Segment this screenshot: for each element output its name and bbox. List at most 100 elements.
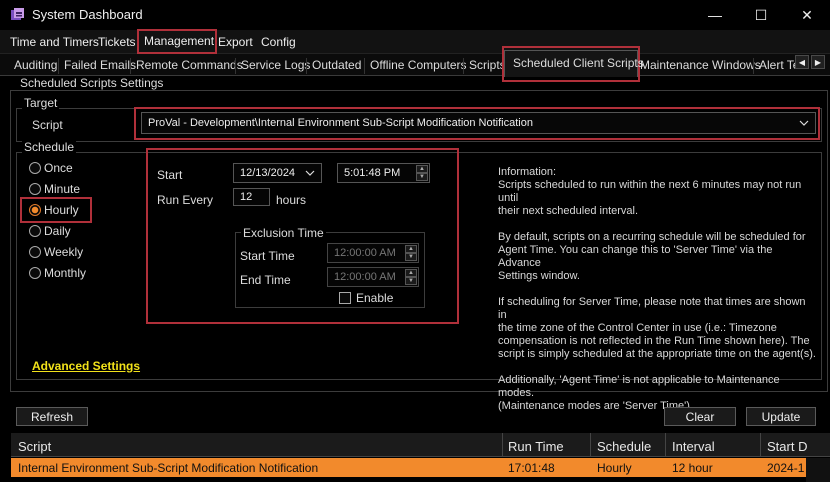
maximize-button[interactable]: ☐: [738, 2, 784, 28]
table-cell-script: Internal Environment Sub-Script Modifica…: [18, 461, 319, 475]
tab-failed-emails[interactable]: Failed Emails: [64, 58, 136, 72]
column-header-script[interactable]: Script: [18, 439, 51, 454]
exclusion-end-value: 12:00:00 AM: [334, 271, 396, 283]
info-line: the time zone of the Control Center in u…: [498, 322, 777, 334]
info-text: Information: Scripts scheduled to run wi…: [498, 166, 816, 413]
tab-auditing[interactable]: Auditing: [14, 58, 57, 72]
run-every-value: 12: [240, 191, 253, 203]
start-time-spin[interactable]: ▲ ▼: [416, 165, 428, 181]
info-line: [498, 218, 816, 231]
script-label: Script: [32, 118, 63, 132]
spin-down-icon[interactable]: ▼: [416, 173, 428, 181]
radio-weekly-label: Weekly: [44, 245, 84, 259]
radio-monthly-label: Monthly: [44, 266, 87, 280]
column-header-schedule[interactable]: Schedule: [597, 439, 651, 454]
info-line: Settings window.: [498, 270, 580, 282]
info-line: Additionally, 'Agent Time' is not applic…: [498, 374, 780, 399]
column-header-interval[interactable]: Interval: [672, 439, 715, 454]
menu-export[interactable]: Export: [218, 35, 253, 49]
start-date-value: 12/13/2024: [240, 167, 296, 179]
table-cell-interval: 12 hour: [672, 461, 713, 475]
window-title: System Dashboard: [32, 7, 143, 22]
exclusion-start-value: 12:00:00 AM: [334, 247, 396, 259]
exclusion-end-stepper[interactable]: 12:00:00 AM ▲ ▼: [327, 267, 419, 287]
info-line: By default, scripts on a recurring sched…: [498, 231, 806, 243]
column-separator[interactable]: [665, 433, 666, 457]
spin-up-icon[interactable]: ▲: [416, 165, 428, 173]
hourly-highlight: [20, 197, 92, 223]
tab-maintenance-windows[interactable]: Maintenance Windows: [640, 58, 761, 72]
update-button[interactable]: Update: [746, 407, 816, 426]
tab-separator: [753, 58, 754, 74]
schedule-group-label: Schedule: [22, 140, 77, 154]
info-line: Agent Time. You can change this to 'Serv…: [498, 244, 773, 269]
menu-config[interactable]: Config: [261, 35, 296, 49]
table-cell-start-date: 2024-1: [767, 461, 805, 475]
column-separator[interactable]: [590, 433, 591, 457]
start-date-picker[interactable]: 12/13/2024: [233, 163, 322, 183]
radio-minute-label: Minute: [44, 182, 81, 196]
start-time-stepper[interactable]: 5:01:48 PM ▲ ▼: [337, 163, 430, 183]
tab-scroll-left-icon[interactable]: ◀: [795, 55, 809, 69]
radio-minute[interactable]: [29, 183, 41, 195]
exclusion-end-spin[interactable]: ▲ ▼: [405, 269, 417, 285]
tab-scroll-right-icon[interactable]: ▶: [811, 55, 825, 69]
exclusion-group-label: Exclusion Time: [241, 226, 326, 240]
grid-scrollbar[interactable]: [806, 458, 830, 482]
info-line: script is simply scheduled at the approp…: [498, 348, 816, 360]
radio-daily[interactable]: [29, 225, 41, 237]
advanced-settings-link[interactable]: Advanced Settings: [32, 359, 140, 373]
minimize-button[interactable]: —: [692, 2, 738, 28]
exclusion-start-spin[interactable]: ▲ ▼: [405, 245, 417, 261]
target-group-label: Target: [22, 96, 60, 110]
menu-time-and-timers[interactable]: Time and Timers: [10, 35, 99, 49]
tab-scripts[interactable]: Scripts: [469, 58, 506, 72]
exclusion-start-label: Start Time: [240, 249, 295, 263]
spin-down-icon[interactable]: ▼: [405, 253, 417, 261]
exclusion-end-label: End Time: [240, 273, 291, 287]
tab-scheduled-client-scripts[interactable]: Scheduled Client Scripts: [513, 56, 644, 70]
tab-remote-commands[interactable]: Remote Commands: [136, 58, 243, 72]
table-cell-run-time: 17:01:48: [508, 461, 555, 475]
tab-outdated[interactable]: Outdated: [312, 58, 361, 72]
run-every-unit: hours: [276, 193, 307, 207]
refresh-button[interactable]: Refresh: [16, 407, 88, 426]
start-label: Start: [157, 168, 183, 182]
clear-button[interactable]: Clear: [664, 407, 736, 426]
exclusion-start-stepper[interactable]: 12:00:00 AM ▲ ▼: [327, 243, 419, 263]
tab-separator: [58, 58, 59, 74]
tab-separator: [235, 58, 236, 74]
radio-daily-label: Daily: [44, 224, 71, 238]
info-line: [498, 361, 816, 374]
table-cell-schedule: Hourly: [597, 461, 632, 475]
tab-separator: [130, 58, 131, 74]
tab-alert-templates[interactable]: Alert Te: [759, 58, 795, 72]
column-header-run-time[interactable]: Run Time: [508, 439, 564, 454]
radio-once-label: Once: [44, 161, 73, 175]
spin-down-icon[interactable]: ▼: [405, 277, 417, 285]
radio-monthly[interactable]: [29, 267, 41, 279]
info-line: Information:: [498, 166, 557, 178]
close-button[interactable]: ✕: [784, 2, 830, 28]
enable-checkbox[interactable]: [339, 292, 351, 304]
tab-offline-computers[interactable]: Offline Computers: [370, 58, 467, 72]
app-icon: [11, 8, 24, 20]
column-header-start-date[interactable]: Start D: [767, 439, 807, 454]
tab-service-logs[interactable]: Service Logs: [241, 58, 310, 72]
start-time-value: 5:01:48 PM: [344, 167, 401, 179]
menu-tickets[interactable]: Tickets: [98, 35, 136, 49]
column-separator[interactable]: [760, 433, 761, 457]
spin-up-icon[interactable]: ▲: [405, 269, 417, 277]
chevron-down-icon: [305, 170, 315, 176]
tab-separator: [463, 58, 464, 74]
enable-label: Enable: [356, 291, 394, 305]
info-line: [498, 283, 816, 296]
run-every-input[interactable]: 12: [233, 188, 270, 206]
run-every-label: Run Every: [157, 193, 214, 207]
spin-up-icon[interactable]: ▲: [405, 245, 417, 253]
radio-weekly[interactable]: [29, 246, 41, 258]
menu-management[interactable]: Management: [144, 34, 214, 48]
info-line: compensation is not reflected in the Run…: [498, 335, 810, 347]
column-separator[interactable]: [502, 433, 503, 457]
radio-once[interactable]: [29, 162, 41, 174]
